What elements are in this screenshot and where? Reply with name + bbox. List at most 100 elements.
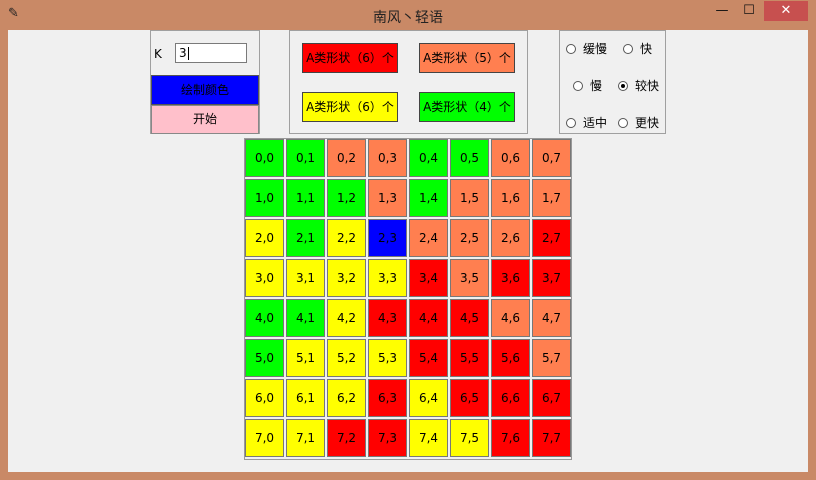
radio-fastest[interactable]: 更快 [618,114,659,131]
grid-cell[interactable]: 1,4 [409,179,448,217]
grid-cell[interactable]: 6,1 [286,379,325,417]
grid-cell[interactable]: 5,0 [245,339,284,377]
grid-cell[interactable]: 3,2 [327,259,366,297]
grid-cell[interactable]: 6,2 [327,379,366,417]
radio-label: 更快 [635,116,660,130]
grid-cell[interactable]: 6,5 [450,379,489,417]
k-panel: K 3 绘制颜色 开始 [150,30,260,134]
grid-cell[interactable]: 5,6 [491,339,530,377]
start-button[interactable]: 开始 [151,105,259,134]
shape-button-green[interactable]: A类形状（4）个 [419,92,515,122]
grid-cell[interactable]: 0,0 [245,139,284,177]
title-bar: ✎ 南风丶轻语 — ☐ ✕ [0,0,816,30]
shape-button-yellow[interactable]: A类形状（6）个 [302,92,398,122]
grid-cell[interactable]: 0,2 [327,139,366,177]
grid-cell[interactable]: 3,1 [286,259,325,297]
radio-label: 快 [640,42,653,56]
grid-cell[interactable]: 4,5 [450,299,489,337]
grid-cell[interactable]: 7,0 [245,419,284,457]
grid-cell[interactable]: 5,7 [532,339,571,377]
k-label: K [154,47,162,61]
grid-cell[interactable]: 4,1 [286,299,325,337]
grid-cell[interactable]: 2,0 [245,219,284,257]
grid-cell[interactable]: 7,6 [491,419,530,457]
grid-cell[interactable]: 2,5 [450,219,489,257]
grid-cell[interactable]: 5,4 [409,339,448,377]
grid-cell[interactable]: 0,7 [532,139,571,177]
grid-cell[interactable]: 1,6 [491,179,530,217]
grid-cell[interactable]: 4,6 [491,299,530,337]
shape-button-orange[interactable]: A类形状（5）个 [419,43,515,73]
grid-cell[interactable]: 0,3 [368,139,407,177]
grid-cell[interactable]: 7,7 [532,419,571,457]
color-grid: 0,0 0,1 0,2 0,3 0,4 0,5 0,6 0,7 1,0 1,1 1,2 1,3 1,4 1… [244,138,572,460]
grid-cell[interactable]: 5,1 [286,339,325,377]
grid-cell[interactable]: 6,3 [368,379,407,417]
minimize-button[interactable]: — [708,1,736,21]
radio-label: 慢 [590,79,603,93]
grid-cell[interactable]: 1,2 [327,179,366,217]
grid-cell[interactable]: 6,4 [409,379,448,417]
radio-slow[interactable]: 慢 [573,77,602,94]
radio-label: 较快 [635,79,660,93]
grid-cell[interactable]: 5,5 [450,339,489,377]
grid-cell[interactable]: 6,7 [532,379,571,417]
grid-cell[interactable]: 6,6 [491,379,530,417]
radio-medium[interactable]: 适中 [566,114,607,131]
grid-cell[interactable]: 7,1 [286,419,325,457]
maximize-button[interactable]: ☐ [736,1,762,21]
grid-cell[interactable]: 0,4 [409,139,448,177]
radio-label: 适中 [583,116,608,130]
grid-cell[interactable]: 1,0 [245,179,284,217]
grid-cell[interactable]: 3,3 [368,259,407,297]
window-title: 南风丶轻语 [373,10,443,26]
grid-cell[interactable]: 4,7 [532,299,571,337]
grid-cell[interactable]: 3,5 [450,259,489,297]
speed-radio-group: 缓慢 快 慢 较快 适中 更快 [559,30,666,134]
grid-cell[interactable]: 1,5 [450,179,489,217]
radio-slowest[interactable]: 缓慢 [566,40,607,57]
grid-cell[interactable]: 3,6 [491,259,530,297]
grid-cell[interactable]: 2,3 [368,219,407,257]
radio-fast[interactable]: 快 [623,40,652,57]
grid-cell[interactable]: 0,1 [286,139,325,177]
grid-cell[interactable]: 5,2 [327,339,366,377]
grid-cell[interactable]: 7,2 [327,419,366,457]
client-area: K 3 绘制颜色 开始 A类形状（6）个 A类形状（5）个 A类形状（6）个 A… [8,30,808,472]
grid-cell[interactable]: 2,1 [286,219,325,257]
shape-counts-panel: A类形状（6）个 A类形状（5）个 A类形状（6）个 A类形状（4）个 [289,30,528,134]
grid-cell[interactable]: 7,5 [450,419,489,457]
grid-cell[interactable]: 0,5 [450,139,489,177]
grid-cell[interactable]: 1,7 [532,179,571,217]
grid-cell[interactable]: 1,1 [286,179,325,217]
grid-cell[interactable]: 7,4 [409,419,448,457]
grid-cell[interactable]: 4,0 [245,299,284,337]
grid-cell[interactable]: 1,3 [368,179,407,217]
grid-cell[interactable]: 5,3 [368,339,407,377]
text-caret [187,47,189,60]
grid-cell[interactable]: 2,6 [491,219,530,257]
grid-cell[interactable]: 3,4 [409,259,448,297]
grid-cell[interactable]: 4,3 [368,299,407,337]
grid-cell[interactable]: 4,4 [409,299,448,337]
grid-cell[interactable]: 3,7 [532,259,571,297]
draw-color-button[interactable]: 绘制颜色 [151,75,259,105]
k-input-value: 3 [179,46,187,60]
radio-circle [618,80,628,91]
grid-cell[interactable]: 3,0 [245,259,284,297]
grid-cell[interactable]: 2,4 [409,219,448,257]
grid-cell[interactable]: 6,0 [245,379,284,417]
close-button[interactable]: ✕ [764,1,808,21]
radio-circle [573,80,583,91]
grid-cell[interactable]: 0,6 [491,139,530,177]
radio-circle [618,117,628,128]
radio-faster[interactable]: 较快 [618,77,659,94]
radio-circle [566,117,576,128]
shape-button-red[interactable]: A类形状（6）个 [302,43,398,73]
grid-cell[interactable]: 7,3 [368,419,407,457]
grid-cell[interactable]: 2,7 [532,219,571,257]
grid-cell[interactable]: 2,2 [327,219,366,257]
radio-circle [566,43,576,54]
k-input[interactable]: 3 [175,43,247,63]
grid-cell[interactable]: 4,2 [327,299,366,337]
